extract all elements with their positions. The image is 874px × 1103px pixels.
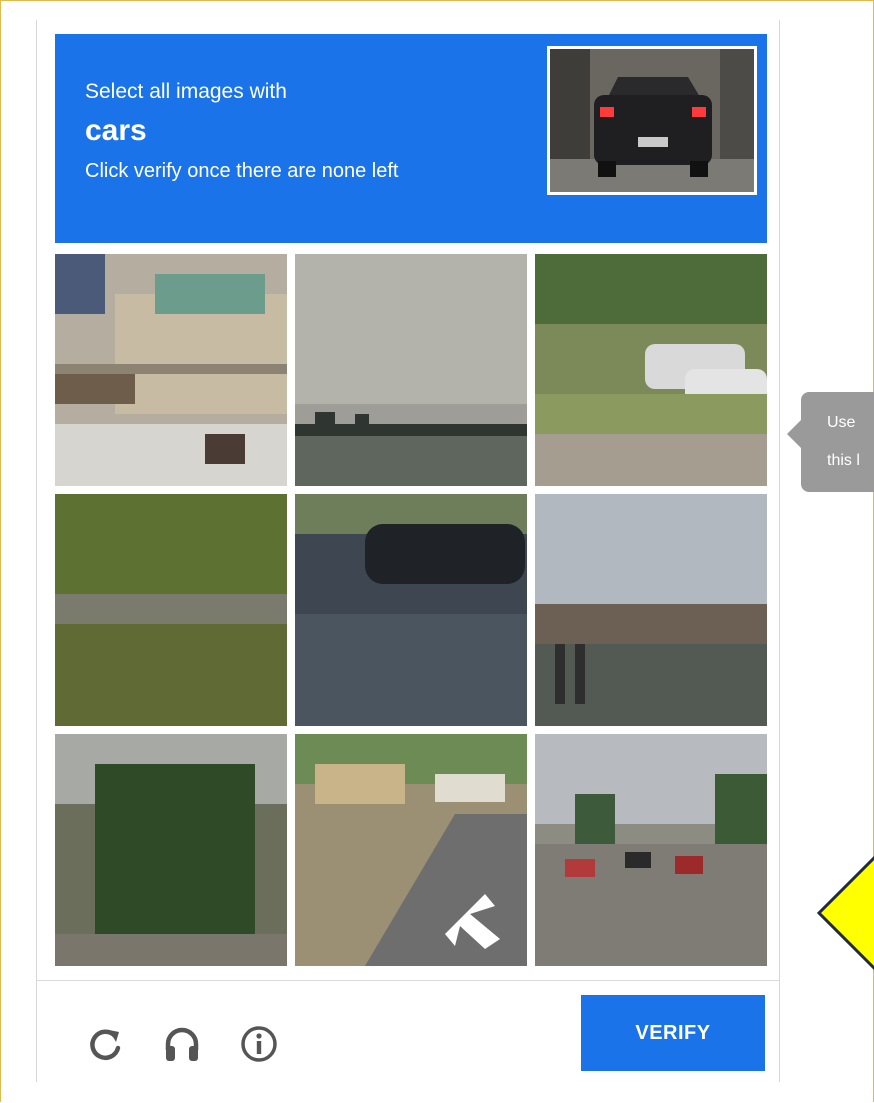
footer-divider [37, 980, 779, 981]
grid-tile[interactable] [55, 734, 287, 966]
grid-tile[interactable] [295, 254, 527, 486]
image-grid [55, 254, 767, 966]
sample-car-image [547, 46, 757, 195]
headphones-icon[interactable] [162, 1024, 202, 1064]
yellow-diamond-marker [817, 855, 874, 971]
grid-tile[interactable] [295, 494, 527, 726]
grid-tile[interactable] [535, 494, 767, 726]
tooltip: Use this l [787, 392, 874, 492]
verify-button[interactable]: VERIFY [581, 995, 765, 1071]
tooltip-line-1: Use [827, 414, 856, 431]
captcha-widget: Select all images with cars Click verify… [36, 20, 780, 1082]
grid-tile[interactable] [535, 254, 767, 486]
hint-text: Click verify once there are none left [85, 160, 399, 182]
reload-icon[interactable] [85, 1024, 125, 1064]
tooltip-line-2: this l [827, 452, 860, 469]
grid-tile[interactable] [535, 734, 767, 966]
target-object-label: cars [85, 114, 147, 147]
grid-tile[interactable] [295, 734, 527, 966]
grid-tile[interactable] [55, 254, 287, 486]
challenge-header: Select all images with cars Click verify… [55, 34, 767, 243]
instruction-text: Select all images with [85, 80, 287, 103]
info-icon[interactable] [239, 1024, 279, 1064]
grid-tile[interactable] [55, 494, 287, 726]
